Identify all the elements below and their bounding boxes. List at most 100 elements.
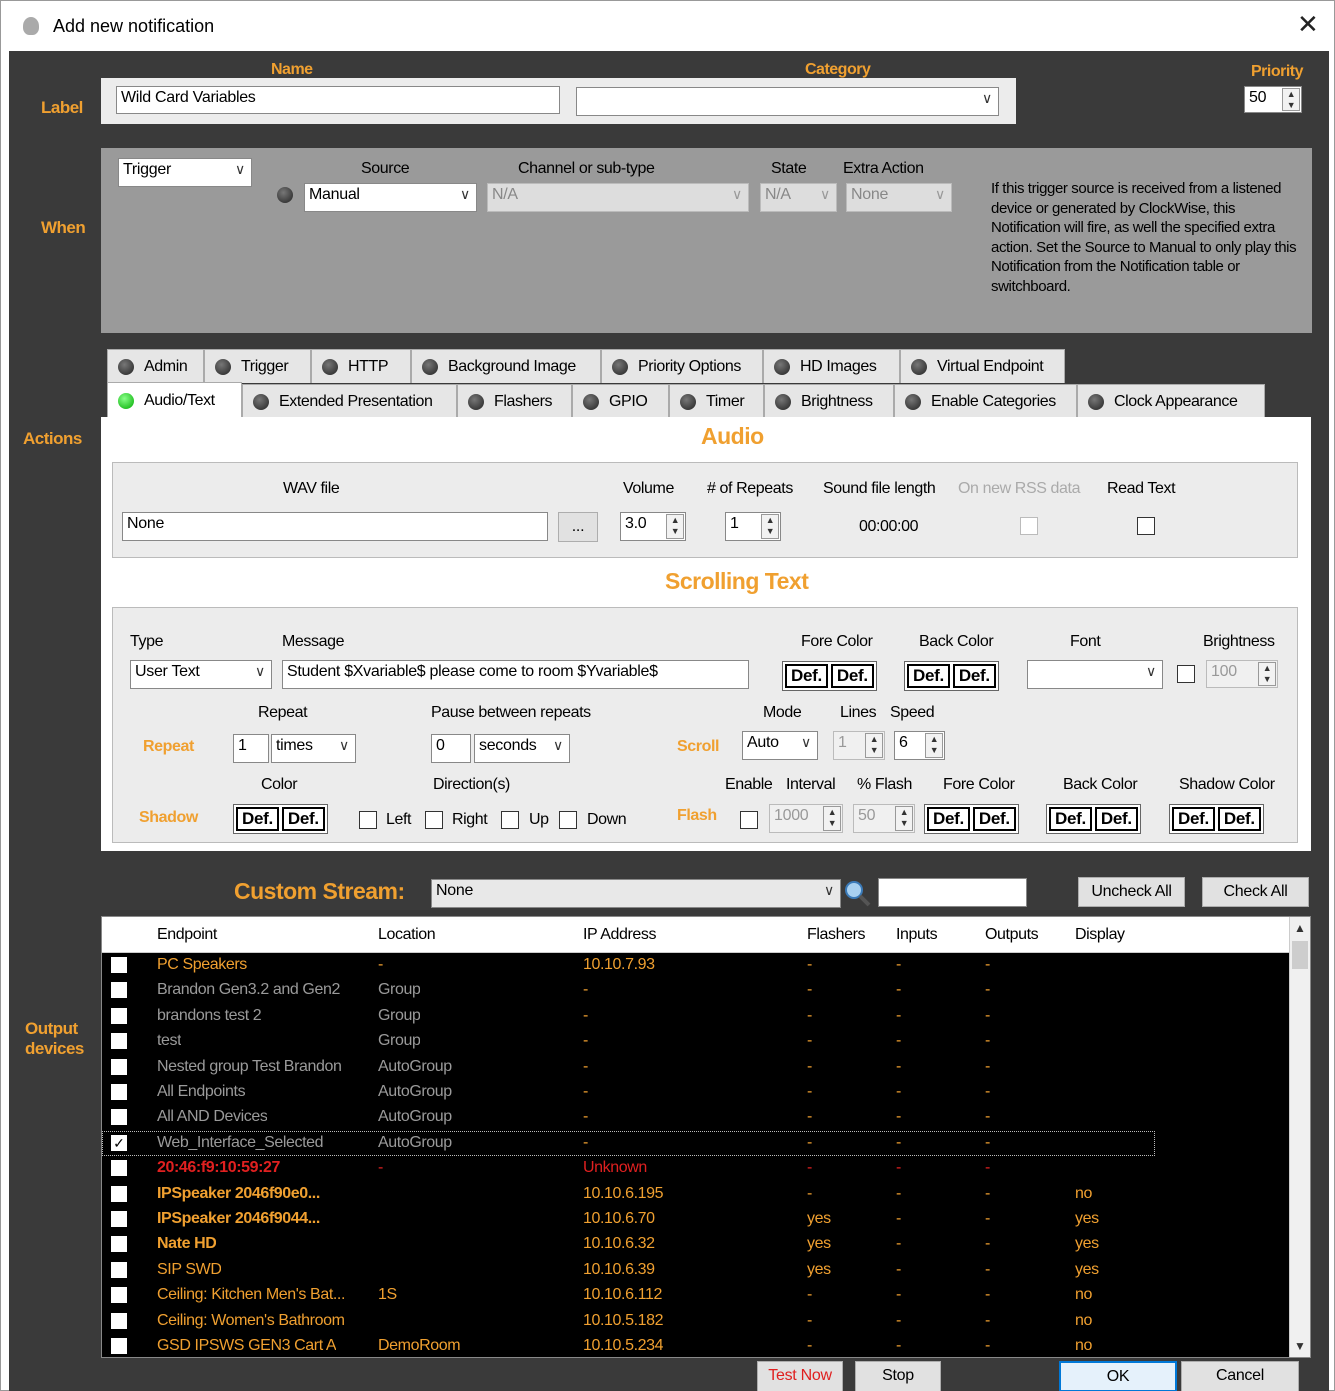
row-checkbox[interactable]: ✓ (111, 1134, 127, 1151)
message-input[interactable]: Student $Xvariable$ please come to room … (282, 660, 749, 689)
repeats-stepper[interactable]: 1 ▲ ▼ (725, 512, 781, 541)
col-outputs[interactable]: Outputs (985, 926, 1039, 944)
row-checkbox[interactable] (111, 1084, 127, 1100)
col-ip-address[interactable]: IP Address (583, 926, 656, 944)
flash-interval-stepper[interactable]: 1000 ▲ ▼ (769, 804, 843, 833)
tab-timer[interactable]: Timer (669, 384, 764, 418)
table-row[interactable]: All AND Devices AutoGroup - - - - (102, 1105, 1290, 1130)
cancel-button[interactable]: Cancel (1181, 1361, 1299, 1391)
read-text-checkbox[interactable] (1137, 517, 1155, 535)
table-row[interactable]: Ceiling: Kitchen Men's Bat... 1S 10.10.6.1… (102, 1283, 1290, 1308)
table-row[interactable]: PC Speakers - 10.10.7.93 - - - (102, 953, 1290, 978)
table-scrollbar[interactable]: ▲ ▼ (1289, 917, 1310, 1357)
flash-fore-color-picker[interactable]: Def. Def. (924, 804, 1019, 834)
table-row[interactable]: brandons test 2 Group - - - - (102, 1004, 1290, 1029)
table-row[interactable]: Brandon Gen3.2 and Gen2 Group - - - - (102, 978, 1290, 1003)
row-checkbox[interactable] (111, 1287, 127, 1304)
pause-unit-select[interactable]: seconds (474, 734, 570, 763)
tab-enable-categories[interactable]: Enable Categories (894, 384, 1077, 418)
row-checkbox[interactable] (111, 1312, 127, 1329)
tab-background-image[interactable]: Background Image (411, 349, 601, 383)
table-row[interactable]: IPSpeaker 2046f9044... 10.10.6.70 yes - - yes (102, 1207, 1290, 1232)
ok-button[interactable]: OK (1059, 1361, 1177, 1391)
col-inputs[interactable]: Inputs (896, 926, 938, 944)
table-row[interactable]: GSD IPSWS GEN3 Cart A DemoRoom 10.10.5.234… (102, 1334, 1290, 1357)
brightness-stepper[interactable]: 100 ▲ ▼ (1206, 660, 1278, 688)
text-back-color-picker[interactable]: Def. Def. (904, 661, 999, 691)
pause-input[interactable]: 0 (431, 734, 471, 763)
tab-trigger[interactable]: Trigger (204, 349, 311, 383)
table-row[interactable]: 20:46:f9:10:59:27 - Unknown - - - (102, 1156, 1290, 1181)
dir-up-checkbox[interactable] (501, 811, 519, 829)
extra-action-select[interactable]: None (846, 183, 952, 212)
browse-button[interactable]: ... (558, 512, 598, 542)
rss-checkbox[interactable] (1020, 517, 1038, 535)
channel-select[interactable]: N/A (487, 183, 749, 212)
table-row[interactable]: Nate HD 10.10.6.32 yes - - yes (102, 1232, 1290, 1257)
col-endpoint[interactable]: Endpoint (157, 926, 217, 944)
tab-hd-images[interactable]: HD Images (763, 349, 900, 383)
text-fore-color-picker[interactable]: Def. Def. (782, 661, 877, 691)
row-checkbox[interactable] (111, 957, 127, 973)
col-flashers[interactable]: Flashers (807, 926, 866, 944)
state-select[interactable]: N/A (760, 183, 837, 212)
repeat-count-input[interactable]: 1 (233, 734, 269, 763)
row-checkbox[interactable] (111, 1033, 127, 1050)
dir-right-checkbox[interactable] (425, 811, 443, 829)
row-checkbox[interactable] (111, 1185, 127, 1202)
tab-virtual-endpoint[interactable]: Virtual Endpoint (900, 349, 1065, 383)
table-row[interactable]: Nested group Test Brandon AutoGroup - - - - (102, 1055, 1290, 1080)
flash-percent-stepper[interactable]: 50 ▲ ▼ (853, 804, 915, 833)
row-checkbox[interactable] (111, 1160, 127, 1177)
font-select[interactable] (1027, 660, 1163, 689)
tab-clock-appearance[interactable]: Clock Appearance (1077, 384, 1265, 418)
wav-file-input[interactable]: None (122, 512, 548, 541)
custom-stream-select[interactable]: None (431, 879, 841, 908)
lines-stepper[interactable]: 1 ▲ ▼ (833, 731, 885, 760)
name-input[interactable]: Wild Card Variables (116, 86, 560, 114)
scroll-up-icon[interactable]: ▲ (1294, 921, 1306, 935)
row-checkbox[interactable] (111, 1058, 127, 1075)
volume-stepper[interactable]: 3.0 ▲ ▼ (620, 512, 686, 541)
trigger-select[interactable]: Trigger (118, 158, 252, 187)
tab-audio-text[interactable]: Audio/Text (107, 382, 242, 418)
flash-shadow-color-picker[interactable]: Def. Def. (1169, 804, 1264, 834)
row-checkbox[interactable] (111, 1261, 127, 1278)
tab-extended-presentation[interactable]: Extended Presentation (242, 384, 457, 418)
priority-stepper[interactable]: 50 ▲ ▼ (1244, 86, 1302, 113)
flash-enable-checkbox[interactable] (740, 811, 758, 829)
table-row[interactable]: test Group - - - - (102, 1029, 1290, 1054)
check-all-button[interactable]: Check All (1202, 877, 1309, 907)
flash-back-color-picker[interactable]: Def. Def. (1046, 804, 1141, 834)
row-checkbox[interactable] (111, 1109, 127, 1126)
source-select[interactable]: Manual (304, 183, 477, 212)
row-checkbox[interactable] (111, 1236, 127, 1253)
dir-down-checkbox[interactable] (559, 811, 577, 829)
table-row[interactable]: Ceiling: Women's Bathroom 10.10.5.182 - - - n… (102, 1309, 1290, 1334)
row-checkbox[interactable] (111, 1007, 127, 1024)
col-location[interactable]: Location (378, 926, 436, 944)
category-select[interactable] (576, 87, 999, 116)
tab-http[interactable]: HTTP (311, 349, 411, 383)
table-row[interactable]: ✓ Web_Interface_Selected AutoGroup - - - - (102, 1130, 1155, 1156)
tab-admin[interactable]: Admin (107, 349, 204, 383)
dir-left-checkbox[interactable] (359, 811, 377, 829)
table-row[interactable]: IPSpeaker 2046f90e0... 10.10.6.195 - - - no (102, 1182, 1290, 1207)
tab-priority-options[interactable]: Priority Options (601, 349, 763, 383)
table-row[interactable]: SIP SWD 10.10.6.39 yes - - yes (102, 1258, 1290, 1283)
stream-search-input[interactable] (878, 878, 1027, 907)
shadow-color-picker[interactable]: Def. Def. (233, 804, 328, 834)
brightness-checkbox[interactable] (1177, 665, 1195, 683)
row-checkbox[interactable] (111, 982, 127, 999)
type-select[interactable]: User Text (130, 660, 272, 689)
table-row[interactable]: All Endpoints AutoGroup - - - - (102, 1080, 1290, 1105)
test-now-button[interactable]: Test Now (757, 1361, 843, 1391)
tab-flashers[interactable]: Flashers (457, 384, 572, 418)
col-display[interactable]: Display (1075, 926, 1125, 944)
search-icon[interactable] (842, 879, 872, 907)
row-checkbox[interactable] (111, 1211, 127, 1227)
row-checkbox[interactable] (111, 1338, 127, 1354)
stop-button[interactable]: Stop (855, 1361, 941, 1391)
close-icon[interactable]: ✕ (1297, 11, 1319, 37)
speed-stepper[interactable]: 6 ▲ ▼ (894, 731, 945, 760)
